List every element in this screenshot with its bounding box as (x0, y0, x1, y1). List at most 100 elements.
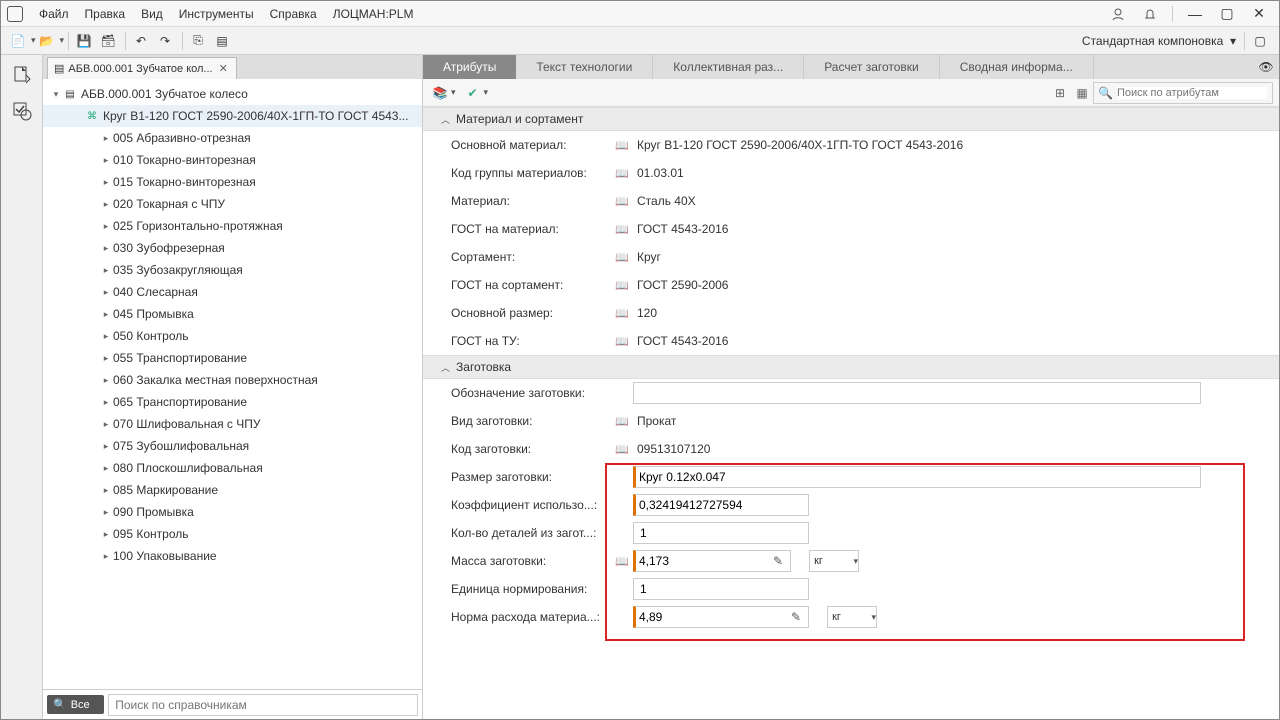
tab-summary[interactable]: Сводная информа... (940, 55, 1094, 79)
material-norm-unit-select[interactable]: кг▾ (827, 606, 877, 628)
save-icon[interactable]: 💾 (73, 30, 95, 52)
expand-icon[interactable]: ▸ (101, 331, 111, 342)
expand-icon[interactable]: ▸ (101, 287, 111, 298)
tree-operation-node[interactable]: ▸090 Промывка (43, 501, 422, 523)
menu-tools[interactable]: Инструменты (171, 1, 262, 27)
rail-document-icon[interactable] (8, 61, 36, 89)
tree-operation-node[interactable]: ▸040 Слесарная (43, 281, 422, 303)
tab-tech-text[interactable]: Текст технологии (516, 55, 653, 79)
menu-edit[interactable]: Правка (77, 1, 134, 27)
expand-icon[interactable]: ▸ (101, 441, 111, 452)
tab-collective[interactable]: Коллективная раз... (653, 55, 804, 79)
minimize-button[interactable]: — (1181, 4, 1209, 24)
bell-icon[interactable] (1136, 4, 1164, 24)
menu-view[interactable]: Вид (133, 1, 171, 27)
expand-icon[interactable]: ▸ (101, 419, 111, 430)
tree-selected-node[interactable]: ⌘ Круг В1-120 ГОСТ 2590-2006/40Х-1ГП-ТО … (43, 105, 422, 127)
user-icon[interactable] (1104, 4, 1132, 24)
check-icon[interactable]: ✔ (462, 82, 484, 104)
tree-operation-node[interactable]: ▸050 Контроль (43, 325, 422, 347)
tab-workpiece-calc[interactable]: Расчет заготовки (804, 55, 940, 79)
expand-icon[interactable]: ▸ (101, 243, 111, 254)
mass-input[interactable] (633, 550, 791, 572)
open-icon[interactable]: 📂 (36, 30, 58, 52)
size-input[interactable] (633, 466, 1201, 488)
tree-operation-node[interactable]: ▸005 Абразивно-отрезная (43, 127, 422, 149)
menu-help[interactable]: Справка (262, 1, 325, 27)
books-icon[interactable]: 📚 (429, 82, 451, 104)
menu-plm[interactable]: ЛОЦМАН:PLM (325, 1, 422, 27)
app-logo-icon (7, 6, 23, 22)
expand-icon[interactable]: ▸ (101, 463, 111, 474)
expand-icon[interactable]: ▸ (101, 551, 111, 562)
attr-label: Масса заготовки: (451, 554, 615, 568)
collapse-icon[interactable]: ▾ (51, 89, 61, 100)
tree-operation-node[interactable]: ▸075 Зубошлифовальная (43, 435, 422, 457)
grid-view-icon[interactable]: ▦ (1071, 82, 1093, 104)
tree-root[interactable]: ▾ ▤ АБВ.000.001 Зубчатое колесо (43, 83, 422, 105)
tree-operation-node[interactable]: ▸070 Шлифовальная с ЧПУ (43, 413, 422, 435)
tree-operation-node[interactable]: ▸030 Зубофрезерная (43, 237, 422, 259)
tree-operation-node[interactable]: ▸065 Транспортирование (43, 391, 422, 413)
save-all-icon[interactable]: 🗃 (97, 30, 119, 52)
tree-operation-node[interactable]: ▸095 Контроль (43, 523, 422, 545)
tree-operation-node[interactable]: ▸035 Зубозакругляющая (43, 259, 422, 281)
designation-input[interactable] (633, 382, 1201, 404)
expand-icon[interactable]: ▸ (101, 221, 111, 232)
expand-icon[interactable]: ▸ (101, 155, 111, 166)
tab-attributes[interactable]: Атрибуты (423, 55, 516, 79)
visibility-icon[interactable]: 👁 (1253, 55, 1279, 79)
structure-tree[interactable]: ▾ ▤ АБВ.000.001 Зубчатое колесо ⌘ Круг В… (43, 79, 422, 689)
tree-operation-node[interactable]: ▸025 Горизонтально-протяжная (43, 215, 422, 237)
tree-operation-node[interactable]: ▸055 Транспортирование (43, 347, 422, 369)
material-norm-input[interactable] (633, 606, 809, 628)
pencil-icon[interactable]: ✎ (773, 554, 783, 568)
redo-icon[interactable]: ↷ (154, 30, 176, 52)
export-icon[interactable]: ⎘ (187, 30, 209, 52)
attr-label: Код заготовки: (451, 442, 615, 456)
tree-operation-node[interactable]: ▸015 Токарно-винторезная (43, 171, 422, 193)
undo-icon[interactable]: ↶ (130, 30, 152, 52)
expand-icon[interactable]: ▸ (101, 397, 111, 408)
tree-operation-node[interactable]: ▸010 Токарно-винторезная (43, 149, 422, 171)
expand-icon[interactable]: ▸ (101, 507, 111, 518)
tree-operation-node[interactable]: ▸100 Упаковывание (43, 545, 422, 567)
book-icon: 📖 (615, 279, 633, 292)
new-icon[interactable]: 📄 (7, 30, 29, 52)
tree-view-icon[interactable]: ⊞ (1049, 82, 1071, 104)
mass-unit-select[interactable]: кг▾ (809, 550, 859, 572)
close-button[interactable]: ✕ (1245, 4, 1273, 24)
rail-check-icon[interactable] (8, 97, 36, 125)
pencil-icon[interactable]: ✎ (791, 610, 801, 624)
expand-icon[interactable]: ▸ (101, 133, 111, 144)
expand-icon[interactable]: ▸ (101, 177, 111, 188)
attribute-search-input[interactable] (1117, 87, 1267, 99)
section-material[interactable]: ︿ Материал и сортамент (423, 107, 1279, 131)
document-tab[interactable]: ▤ АБВ.000.001 Зубчатое кол... ✕ (47, 57, 237, 79)
reference-search-input[interactable] (108, 694, 418, 716)
menu-file[interactable]: Файл (31, 1, 77, 27)
expand-icon[interactable]: ▸ (101, 485, 111, 496)
expand-icon[interactable]: ▸ (101, 529, 111, 540)
expand-icon[interactable]: ▸ (101, 353, 111, 364)
parts-count-input[interactable] (633, 522, 809, 544)
expand-icon[interactable]: ▸ (101, 309, 111, 320)
settings-icon[interactable]: ▢ (1249, 30, 1271, 52)
expand-icon[interactable]: ▸ (101, 375, 111, 386)
tree-operation-node[interactable]: ▸020 Токарная с ЧПУ (43, 193, 422, 215)
expand-icon[interactable]: ▸ (101, 265, 111, 276)
expand-icon[interactable]: ▸ (101, 199, 111, 210)
section-workpiece[interactable]: ︿ Заготовка (423, 355, 1279, 379)
tree-operation-node[interactable]: ▸045 Промывка (43, 303, 422, 325)
tree-operation-node[interactable]: ▸060 Закалка местная поверхностная (43, 369, 422, 391)
tree-operation-node[interactable]: ▸080 Плоскошлифовальная (43, 457, 422, 479)
tree-operation-node[interactable]: ▸085 Маркирование (43, 479, 422, 501)
attribute-search[interactable]: 🔍 (1093, 82, 1273, 104)
layout-selector[interactable]: Стандартная компоновка ▾ (1078, 32, 1240, 50)
search-scope-button[interactable]: 🔍 Все ▾ (47, 695, 104, 714)
norm-unit-input[interactable] (633, 578, 809, 600)
copy-icon[interactable]: ▤ (211, 30, 233, 52)
coefficient-input[interactable] (633, 494, 809, 516)
tab-close-icon[interactable]: ✕ (217, 62, 230, 75)
maximize-button[interactable]: ▢ (1213, 4, 1241, 24)
